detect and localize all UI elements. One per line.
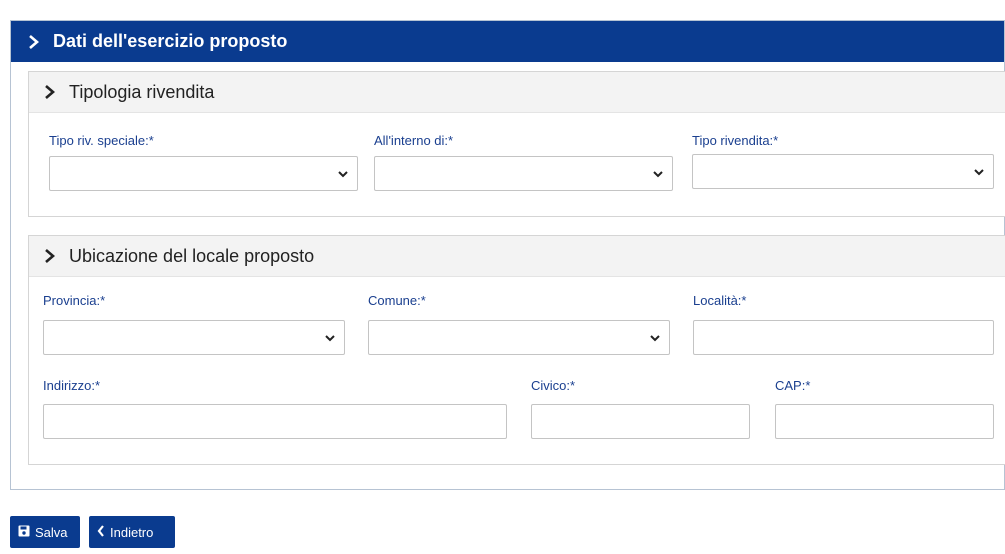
panel-header[interactable]: Dati dell'esercizio proposto: [11, 21, 1004, 62]
chevron-right-icon: [43, 248, 61, 264]
tipo-rivendita-select[interactable]: [692, 154, 994, 189]
chevron-down-icon: [650, 335, 660, 342]
cap-input[interactable]: [775, 404, 994, 439]
save-button[interactable]: Salva: [10, 516, 80, 548]
comune-select[interactable]: [368, 320, 670, 355]
indirizzo-label: Indirizzo:*: [43, 378, 101, 393]
chevron-right-icon: [43, 84, 61, 100]
chevron-right-icon: [27, 34, 45, 50]
civico-input[interactable]: [531, 404, 750, 439]
localita-label: Località:*: [693, 293, 747, 308]
section-title: Tipologia rivendita: [69, 81, 215, 102]
back-button-label: Indietro: [110, 524, 154, 540]
proposed-business-panel: Dati dell'esercizio proposto Tipologia r…: [10, 20, 1005, 490]
provincia-label: Provincia:*: [43, 293, 106, 308]
all-interno-di-label: All'interno di:*: [374, 133, 454, 148]
civico-label: Civico:*: [531, 378, 576, 393]
section-header-tipologia[interactable]: Tipologia rivendita: [29, 72, 1005, 113]
tipo-riv-speciale-select[interactable]: [49, 156, 358, 191]
cap-label: CAP:*: [775, 378, 811, 393]
chevron-down-icon: [653, 171, 663, 178]
comune-label: Comune:*: [368, 293, 426, 308]
tipo-rivendita-label: Tipo rivendita:*: [692, 133, 779, 148]
section-ubicazione-locale: Ubicazione del locale proposto Provincia…: [28, 235, 1005, 465]
back-button[interactable]: Indietro: [89, 516, 175, 548]
chevron-left-icon: [97, 524, 105, 540]
panel-title: Dati dell'esercizio proposto: [53, 31, 288, 51]
section-title: Ubicazione del locale proposto: [69, 245, 315, 266]
chevron-down-icon: [974, 169, 984, 176]
localita-input[interactable]: [693, 320, 994, 355]
provincia-select[interactable]: [43, 320, 345, 355]
indirizzo-input[interactable]: [43, 404, 507, 439]
section-tipologia-rivendita: Tipologia rivendita Tipo riv. speciale:*…: [28, 71, 1005, 217]
save-button-label: Salva: [35, 524, 68, 540]
all-interno-di-select[interactable]: [374, 156, 673, 191]
tipo-riv-speciale-label: Tipo riv. speciale:*: [49, 133, 154, 148]
section-header-ubicazione[interactable]: Ubicazione del locale proposto: [29, 236, 1005, 277]
chevron-down-icon: [338, 171, 348, 178]
save-icon: [18, 525, 30, 540]
chevron-down-icon: [325, 335, 335, 342]
